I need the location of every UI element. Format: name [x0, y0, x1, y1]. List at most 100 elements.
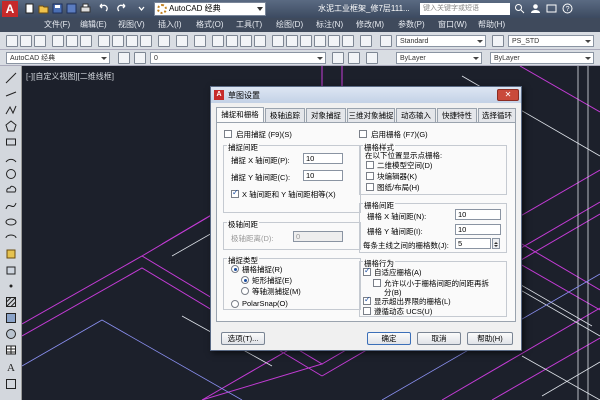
major-every-input[interactable]: 5: [455, 238, 491, 249]
menu-edit[interactable]: 编辑(E): [80, 19, 107, 30]
circle-icon[interactable]: [5, 168, 17, 180]
polygon-icon[interactable]: [5, 120, 17, 132]
construction-line-icon[interactable]: [5, 88, 17, 100]
layer-state-icon[interactable]: [134, 52, 146, 64]
cancel-button[interactable]: 取消: [417, 332, 461, 345]
publish-icon[interactable]: [80, 35, 92, 47]
search-input[interactable]: 键入关键字或短语: [420, 3, 510, 15]
grid-y-input[interactable]: 10: [455, 224, 501, 235]
equal-xy-checkbox[interactable]: [231, 188, 239, 198]
tab-polar-tracking[interactable]: 极轴追踪: [265, 108, 305, 122]
beyond-limits-checkbox[interactable]: [363, 295, 371, 305]
spline-icon[interactable]: [5, 200, 17, 212]
open-icon[interactable]: [20, 35, 32, 47]
search-icon[interactable]: [514, 3, 525, 14]
polar-distance-input[interactable]: 0: [293, 231, 343, 242]
iso-snap-radio[interactable]: [241, 287, 249, 295]
markup-icon[interactable]: [328, 35, 340, 47]
save-toolbar-icon[interactable]: [34, 35, 46, 47]
menu-window[interactable]: 窗口(W): [438, 19, 467, 30]
undo-icon[interactable]: [98, 3, 109, 14]
tool-palettes-icon[interactable]: [300, 35, 312, 47]
workspace-switcher[interactable]: AutoCAD 经典: [154, 2, 266, 16]
close-button[interactable]: ✕: [497, 89, 519, 101]
color-control-icon[interactable]: [366, 52, 378, 64]
revision-cloud-icon[interactable]: [5, 184, 17, 196]
grid-on-checkbox[interactable]: [359, 130, 367, 138]
paste-icon[interactable]: [126, 35, 138, 47]
undo-toolbar-icon[interactable]: [176, 35, 188, 47]
tab-selection-cycling[interactable]: 选择循环: [478, 108, 516, 122]
redo-toolbar-icon[interactable]: [194, 35, 206, 47]
cut-icon[interactable]: [98, 35, 110, 47]
table-icon[interactable]: [5, 344, 17, 356]
layer-manager-icon[interactable]: [118, 52, 130, 64]
layer-select[interactable]: 0: [150, 52, 326, 64]
polyline-icon[interactable]: [5, 104, 17, 116]
allow-subdivision-checkbox[interactable]: [373, 279, 381, 287]
grid-x-input[interactable]: 10: [455, 209, 501, 220]
zoom-previous-icon[interactable]: [254, 35, 266, 47]
make-current-layer-icon[interactable]: [332, 52, 344, 64]
copy-icon[interactable]: [112, 35, 124, 47]
customize-qat-icon[interactable]: [136, 3, 147, 14]
calculator-icon[interactable]: [342, 35, 354, 47]
menu-help[interactable]: 帮助(H): [478, 19, 505, 30]
text-style-icon[interactable]: [380, 35, 392, 47]
region-icon[interactable]: [5, 328, 17, 340]
block-editor-icon[interactable]: [158, 35, 170, 47]
adaptive-grid-checkbox[interactable]: [363, 266, 371, 276]
grid-sheet-checkbox[interactable]: [366, 183, 374, 191]
tab-dynamic-input[interactable]: 动态输入: [396, 108, 436, 122]
lineweight-select[interactable]: ByLayer: [490, 52, 594, 64]
redo-icon[interactable]: [116, 3, 127, 14]
polar-snap-radio[interactable]: [231, 300, 239, 308]
layer-previous-icon[interactable]: [348, 52, 360, 64]
dialog-title-bar[interactable]: A 草图设置 ✕: [211, 87, 521, 103]
menu-format[interactable]: 格式(O): [196, 19, 224, 30]
options-button[interactable]: 选项(T)...: [221, 332, 265, 345]
menu-draw[interactable]: 绘图(D): [276, 19, 303, 30]
ok-button[interactable]: 确定: [367, 332, 411, 345]
tab-snap-grid[interactable]: 捕捉和栅格: [216, 107, 264, 123]
plot-preview-icon[interactable]: [66, 35, 78, 47]
snap-on-checkbox[interactable]: [224, 130, 232, 138]
grid-model-checkbox[interactable]: [366, 161, 374, 169]
gradient-icon[interactable]: [5, 312, 17, 324]
menu-view[interactable]: 视图(V): [118, 19, 145, 30]
menu-insert[interactable]: 插入(I): [158, 19, 182, 30]
menu-modify[interactable]: 修改(M): [356, 19, 384, 30]
open-file-icon[interactable]: [38, 3, 49, 14]
ellipse-icon[interactable]: [5, 216, 17, 228]
viewport-label[interactable]: [-][自定义视图][二维线框]: [26, 71, 114, 82]
make-block-icon[interactable]: [5, 264, 17, 276]
major-every-spinner[interactable]: [492, 238, 500, 249]
multiline-text-icon[interactable]: A: [5, 360, 17, 372]
dim-style-icon[interactable]: [492, 35, 504, 47]
line-icon[interactable]: [5, 72, 17, 84]
menu-parametric[interactable]: 参数(P): [398, 19, 425, 30]
tab-quick-properties[interactable]: 快捷特性: [437, 108, 477, 122]
user-icon[interactable]: [530, 3, 541, 14]
rect-snap-radio[interactable]: [241, 276, 249, 284]
hatch-icon[interactable]: [5, 296, 17, 308]
point-icon[interactable]: [5, 280, 17, 292]
autocad-logo-icon[interactable]: A: [2, 1, 18, 17]
save-icon[interactable]: [52, 3, 63, 14]
grid-block-checkbox[interactable]: [366, 172, 374, 180]
match-properties-icon[interactable]: [140, 35, 152, 47]
follow-ucs-checkbox[interactable]: [363, 307, 371, 315]
properties-icon[interactable]: [272, 35, 284, 47]
zoom-realtime-icon[interactable]: [226, 35, 238, 47]
new-icon[interactable]: [6, 35, 18, 47]
tab-object-snap[interactable]: 对象捕捉: [306, 108, 346, 122]
plot-icon[interactable]: [52, 35, 64, 47]
grid-snap-radio[interactable]: [231, 265, 239, 273]
help-icon[interactable]: ?: [562, 3, 573, 14]
linetype-select[interactable]: ByLayer: [396, 52, 482, 64]
exchange-icon[interactable]: [546, 3, 557, 14]
text-style-select[interactable]: Standard: [396, 35, 486, 47]
arc-icon[interactable]: [5, 152, 17, 164]
print-icon[interactable]: [80, 3, 91, 14]
help-toolbar-icon[interactable]: [360, 35, 372, 47]
